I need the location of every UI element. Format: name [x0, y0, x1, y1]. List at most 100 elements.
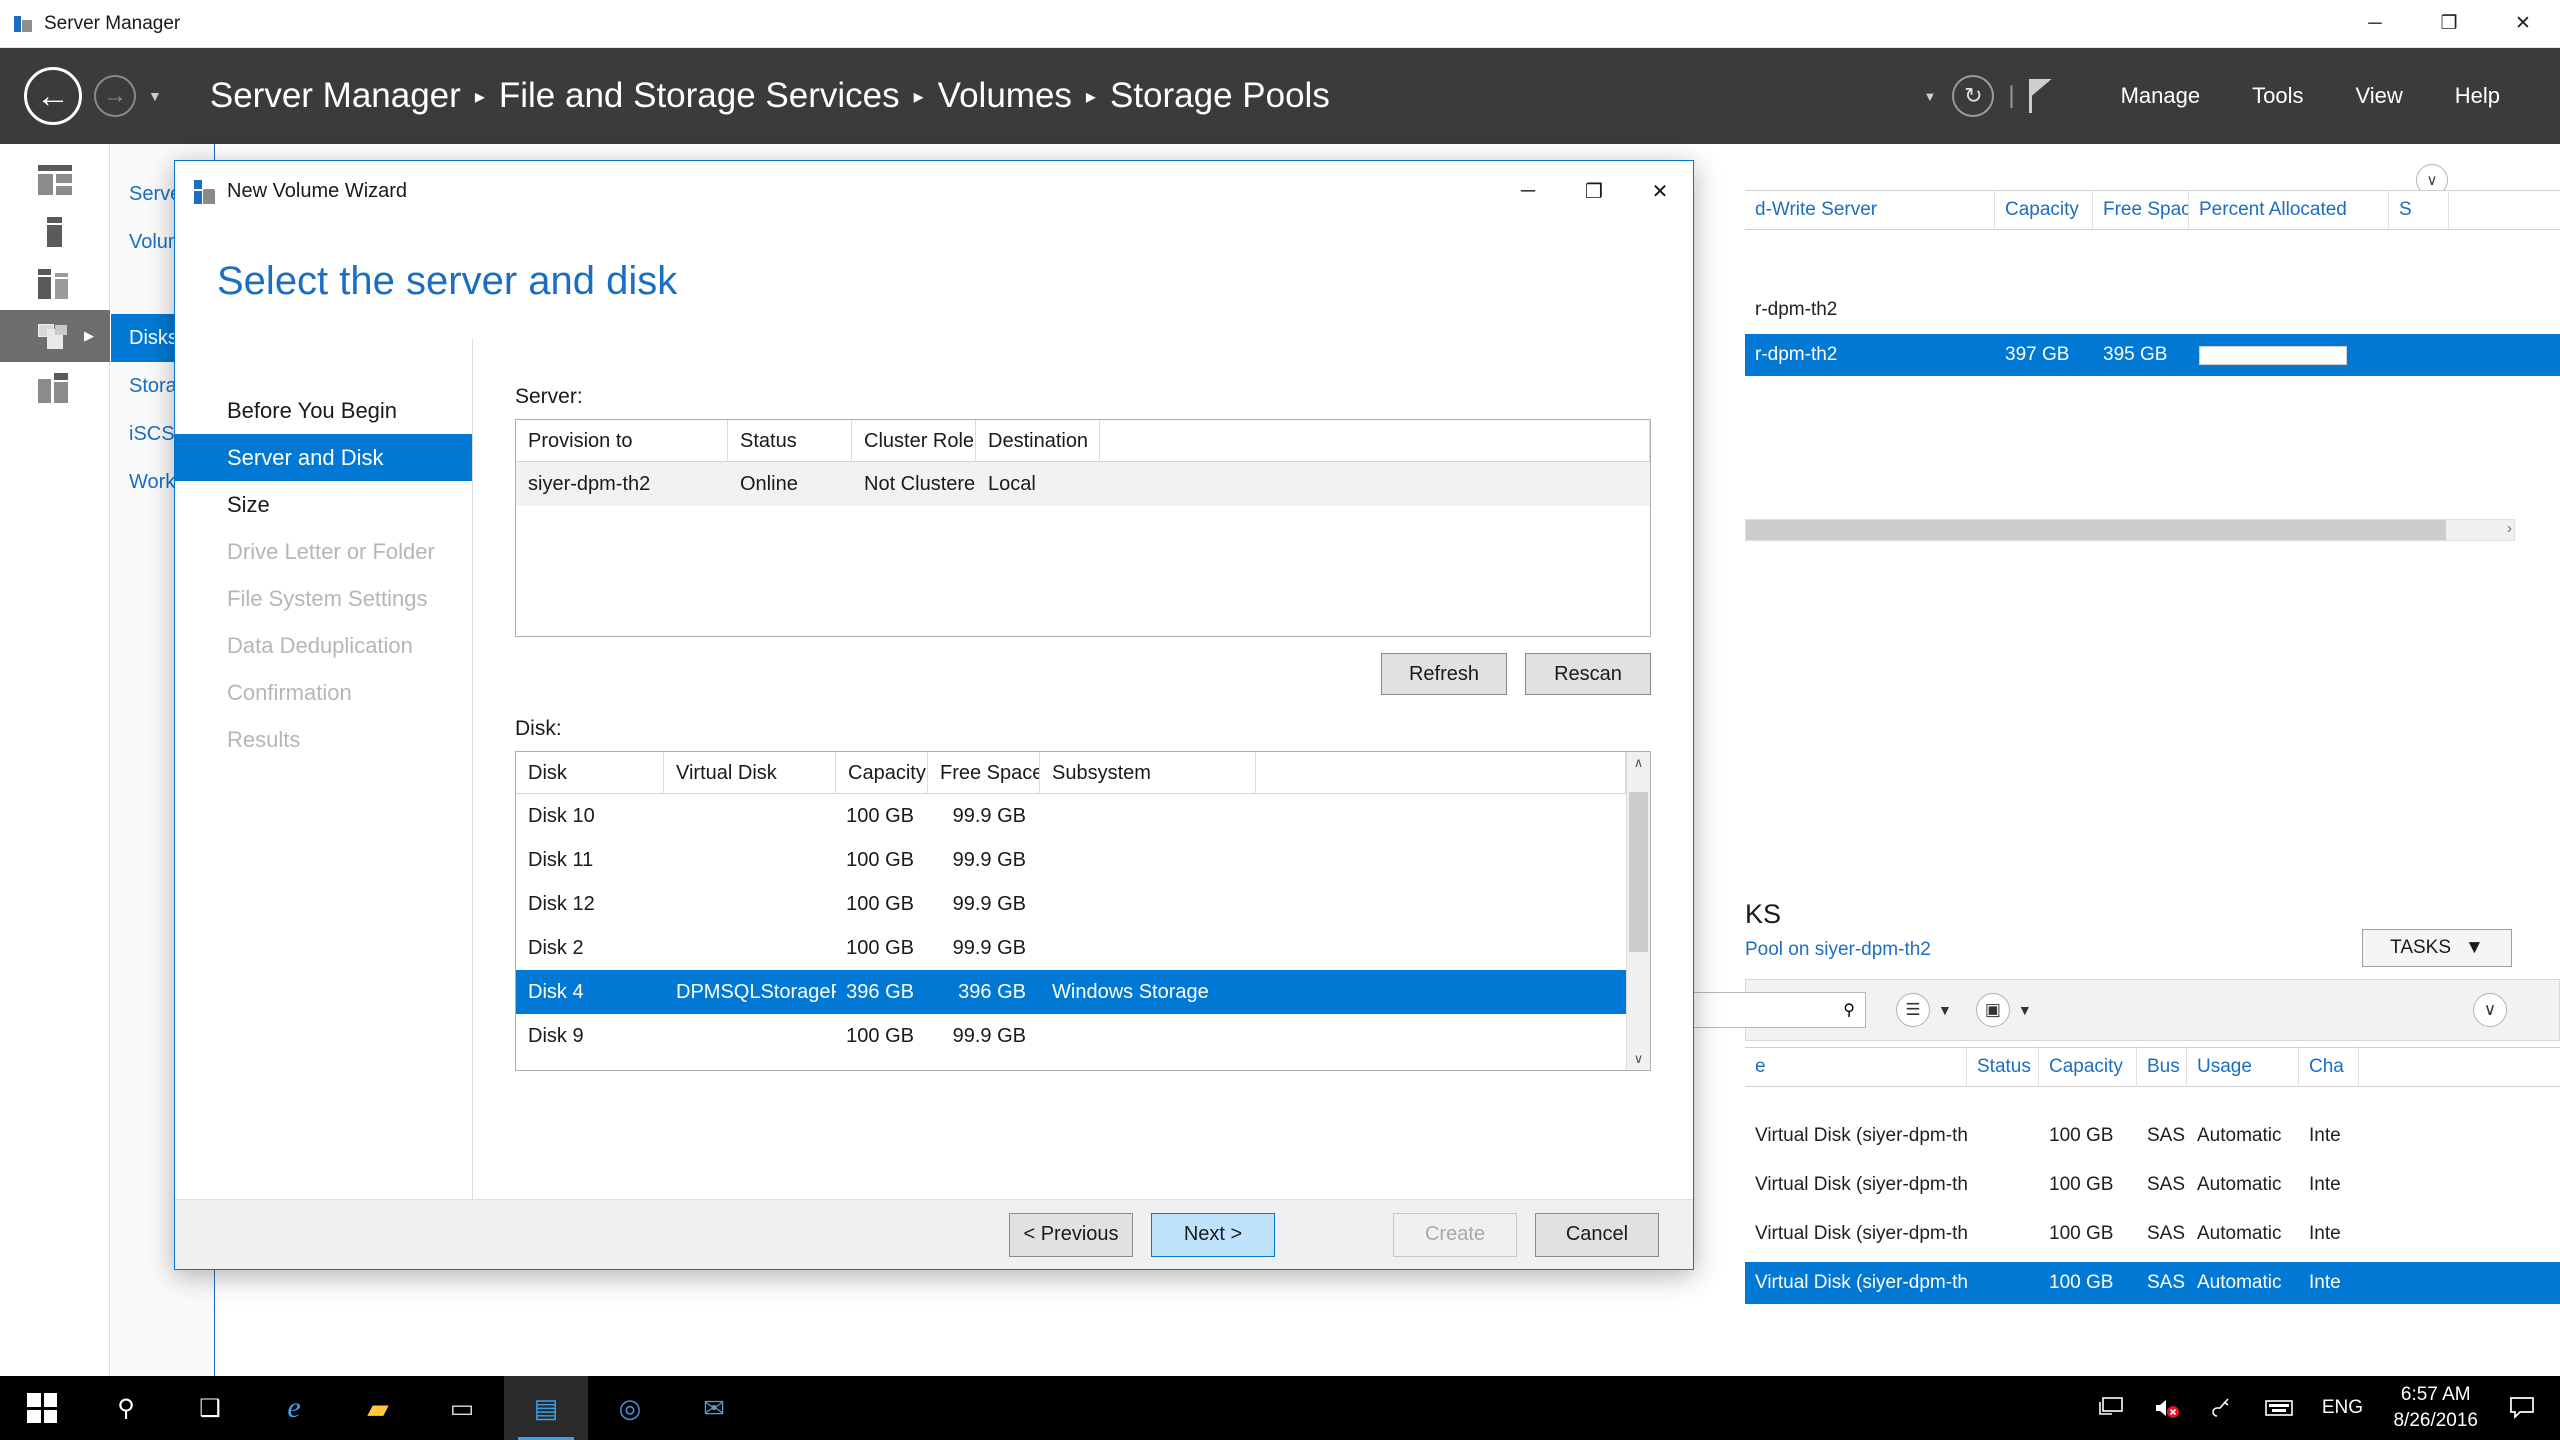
table-row[interactable]: Disk 2 100 GB 99.9 GB	[516, 926, 1626, 970]
header-caret-icon[interactable]: ▼	[1923, 89, 1936, 104]
nav-history-caret-icon[interactable]: ▼	[148, 88, 162, 104]
pools-col-free-space[interactable]: Free Space	[2093, 190, 2189, 230]
cancel-button[interactable]: Cancel	[1535, 1212, 1659, 1257]
next-button[interactable]: Next >	[1151, 1212, 1275, 1257]
breadcrumb: Server Manager ▸ File and Storage Servic…	[210, 76, 1330, 116]
scroll-right-icon[interactable]: ›	[2507, 520, 2512, 537]
server-col-cluster-role[interactable]: Cluster Role	[852, 420, 976, 462]
keyboard-icon[interactable]	[2251, 1376, 2307, 1440]
wizard-step-server-and-disk[interactable]: Server and Disk	[175, 434, 472, 481]
pools-col-capacity[interactable]: Capacity	[1995, 190, 2093, 230]
disks-cell-chassis: Inte	[2309, 1223, 2341, 1244]
table-row[interactable]: Disk 10 100 GB 99.9 GB	[516, 794, 1626, 838]
rail-item-file-and-storage-services[interactable]: ▶	[0, 310, 110, 362]
disks-col-chassis[interactable]: Cha	[2299, 1047, 2359, 1087]
previous-button[interactable]: < Previous	[1009, 1212, 1133, 1257]
taskbar-app-command-prompt[interactable]: ▭	[420, 1376, 504, 1440]
disk-col-blank[interactable]	[1256, 752, 1626, 794]
disk-col-free-space[interactable]: Free Space	[928, 752, 1040, 794]
breadcrumb-item-3[interactable]: Storage Pools	[1110, 76, 1330, 116]
taskbar-task-view-button[interactable]: ❑	[168, 1376, 252, 1440]
disks-col-bus[interactable]: Bus	[2137, 1047, 2187, 1087]
taskbar-app-outlook[interactable]: ✉	[672, 1376, 756, 1440]
taskbar-app-powershell[interactable]: ◎	[588, 1376, 672, 1440]
list-view-caret-icon[interactable]: ▼	[1938, 1002, 1952, 1018]
breadcrumb-item-1[interactable]: File and Storage Services	[499, 76, 900, 116]
taskbar-app-internet-explorer[interactable]: e	[252, 1376, 336, 1440]
disks-collapse-icon[interactable]: ∨	[2473, 993, 2507, 1027]
wizard-step-before-you-begin[interactable]: Before You Begin	[175, 387, 472, 434]
table-row[interactable]: Virtual Disk (siyer-dpm-th2) 100 GB SAS …	[1745, 1213, 2560, 1255]
rail-item-local-server[interactable]	[0, 206, 110, 258]
clock[interactable]: 6:57 AM 8/26/2016	[2377, 1382, 2494, 1434]
server-col-blank[interactable]	[1100, 420, 1650, 462]
rail-item-all-servers[interactable]	[0, 258, 110, 310]
taskbar-app-file-explorer[interactable]: ▰	[336, 1376, 420, 1440]
server-col-status[interactable]: Status	[728, 420, 852, 462]
pen-icon[interactable]	[2195, 1376, 2251, 1440]
header-divider: |	[2008, 82, 2015, 109]
refresh-icon[interactable]: ↻	[1952, 75, 1995, 117]
dialog-minimize-button[interactable]: ─	[1495, 161, 1561, 223]
refresh-button[interactable]: Refresh	[1381, 653, 1507, 695]
disks-col-status[interactable]: Status	[1967, 1047, 2039, 1087]
minimize-button[interactable]: ─	[2338, 0, 2412, 48]
close-button[interactable]: ✕	[2486, 0, 2560, 48]
rescan-button[interactable]: Rescan	[1525, 653, 1651, 695]
menu-manage[interactable]: Manage	[2095, 83, 2227, 109]
menu-tools[interactable]: Tools	[2226, 83, 2329, 109]
disk-col-virtual-disk[interactable]: Virtual Disk	[664, 752, 836, 794]
notifications-flag-icon[interactable]	[2028, 79, 2055, 113]
wizard-step-size[interactable]: Size	[175, 481, 472, 528]
table-row[interactable]: Virtual Disk (siyer-dpm-th2) 100 GB SAS …	[1745, 1164, 2560, 1206]
breadcrumb-item-2[interactable]: Volumes	[938, 76, 1072, 116]
dialog-close-button[interactable]: ✕	[1627, 161, 1693, 223]
disk-grid-scrollbar[interactable]: ∧ ∨	[1626, 752, 1650, 1070]
pools-col-percent-allocated[interactable]: Percent Allocated	[2189, 190, 2389, 230]
table-row[interactable]: Disk 4 DPMSQLStoragePool 396 GB 396 GB W…	[516, 970, 1626, 1014]
disks-col-name[interactable]: e	[1745, 1047, 1967, 1087]
maximize-button[interactable]: ❐	[2412, 0, 2486, 48]
scroll-down-icon[interactable]: ∨	[1627, 1048, 1650, 1070]
server-col-destination[interactable]: Destination	[976, 420, 1100, 462]
back-button[interactable]: ←	[24, 67, 82, 125]
breadcrumb-item-0[interactable]: Server Manager	[210, 76, 461, 116]
rail-item-iis[interactable]	[0, 362, 110, 414]
table-row[interactable]: Virtual Disk (siyer-dpm-th2) 100 GB SAS …	[1745, 1262, 2560, 1304]
search-icon: ⚲	[1843, 1002, 1855, 1019]
pools-col-status[interactable]: S	[2389, 190, 2449, 230]
server-col-provision-to[interactable]: Provision to	[516, 420, 728, 462]
network-icon[interactable]	[2083, 1376, 2139, 1440]
menu-view[interactable]: View	[2329, 83, 2428, 109]
table-row[interactable]: Disk 11 100 GB 99.9 GB	[516, 838, 1626, 882]
table-row[interactable]: Virtual Disk (siyer-dpm-th2) 100 GB SAS …	[1745, 1115, 2560, 1157]
disks-col-usage[interactable]: Usage	[2187, 1047, 2299, 1087]
action-center-icon[interactable]	[2494, 1376, 2550, 1440]
table-row[interactable]: siyer-dpm-th2 Online Not Clustered Local	[516, 462, 1650, 506]
menu-help[interactable]: Help	[2429, 83, 2526, 109]
rail-item-dashboard[interactable]	[0, 154, 110, 206]
volume-muted-icon[interactable]	[2139, 1376, 2195, 1440]
pools-horizontal-scrollbar[interactable]: ›	[1745, 519, 2515, 541]
save-query-caret-icon[interactable]: ▼	[2018, 1002, 2032, 1018]
forward-button[interactable]: →	[94, 75, 136, 117]
table-row[interactable]: r-dpm-th2 397 GB 395 GB	[1745, 334, 2560, 376]
server-manager-icon: ▤	[533, 1392, 559, 1423]
table-row[interactable]: r-dpm-th2	[1745, 289, 2560, 331]
taskbar-search-button[interactable]: ⚲	[84, 1376, 168, 1440]
taskbar-app-server-manager[interactable]: ▤	[504, 1376, 588, 1440]
disk-col-capacity[interactable]: Capacity	[836, 752, 928, 794]
list-view-icon[interactable]: ☰	[1896, 993, 1930, 1027]
disk-col-subsystem[interactable]: Subsystem	[1040, 752, 1256, 794]
table-row[interactable]: Disk 9 100 GB 99.9 GB	[516, 1014, 1626, 1058]
language-indicator[interactable]: ENG	[2307, 1376, 2377, 1440]
tasks-button[interactable]: TASKS ▼	[2362, 929, 2512, 967]
disks-col-capacity[interactable]: Capacity	[2039, 1047, 2137, 1087]
disk-col-disk[interactable]: Disk	[516, 752, 664, 794]
start-button[interactable]	[0, 1376, 84, 1440]
pools-col-server[interactable]: d-Write Server	[1745, 190, 1995, 230]
table-row[interactable]: Disk 12 100 GB 99.9 GB	[516, 882, 1626, 926]
scroll-up-icon[interactable]: ∧	[1627, 752, 1650, 774]
dialog-maximize-button[interactable]: ❐	[1561, 161, 1627, 223]
save-query-icon[interactable]: ▣	[1975, 993, 2010, 1027]
